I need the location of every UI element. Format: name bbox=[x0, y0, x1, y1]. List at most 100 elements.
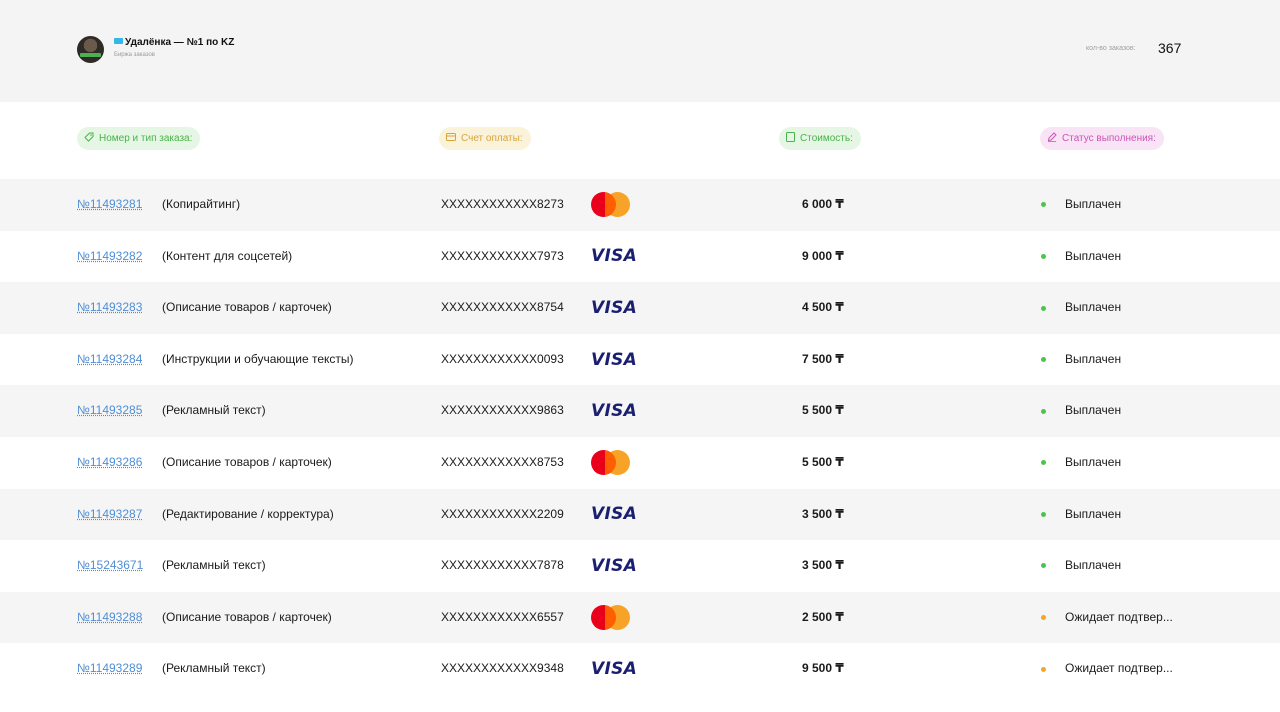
order-status: Выплачен bbox=[1065, 454, 1122, 469]
mastercard-icon bbox=[591, 449, 631, 476]
orders-count-label: кол-во заказов: bbox=[1086, 45, 1136, 52]
order-price: 3 500 ₸ bbox=[802, 506, 844, 521]
order-type: (Описание товаров / карточек) bbox=[162, 609, 332, 624]
card-logo: VISA bbox=[591, 540, 637, 592]
order-type: (Рекламный текст) bbox=[162, 403, 266, 418]
order-number-link[interactable]: №15243671 bbox=[77, 558, 143, 572]
table-row: №11493285 (Рекламный текст) XXXXXXXXXXXX98… bbox=[0, 385, 1280, 437]
column-header-account: Счет оплаты: bbox=[439, 127, 531, 150]
order-type: (Инструкции и обучающие тексты) bbox=[162, 351, 354, 366]
card-logo bbox=[591, 179, 631, 231]
status-dot-icon bbox=[1041, 666, 1046, 672]
order-price: 4 500 ₸ bbox=[802, 300, 844, 315]
order-price: 9 000 ₸ bbox=[802, 248, 844, 263]
payment-account: XXXXXXXXXXXX9863 bbox=[441, 403, 564, 418]
order-type: (Контент для соцсетей) bbox=[162, 248, 293, 263]
column-header-status-label: Статус выполнения: bbox=[1062, 133, 1156, 144]
order-status: Выплачен bbox=[1065, 351, 1122, 366]
order-number-link[interactable]: №11493281 bbox=[77, 197, 142, 211]
order-number-link[interactable]: №11493286 bbox=[77, 455, 142, 469]
status-dot-icon bbox=[1041, 615, 1046, 621]
table-row: №11493287 (Редактирование / корректура) XX… bbox=[0, 488, 1280, 541]
card-icon bbox=[446, 133, 456, 142]
card-logo: VISA bbox=[591, 334, 637, 386]
visa-icon: VISA bbox=[591, 298, 638, 319]
order-type: (Описание товаров / карточек) bbox=[162, 300, 332, 315]
order-number-link[interactable]: №11493287 bbox=[77, 507, 142, 521]
order-type: (Рекламный текст) bbox=[162, 558, 266, 573]
payment-account: XXXXXXXXXXXX0093 bbox=[441, 351, 564, 366]
visa-icon: VISA bbox=[591, 555, 638, 576]
brand-title: Удалёнка — №1 по KZ bbox=[114, 37, 234, 48]
table-row: №11493282 (Контент для соцсетей) XXXXXXXXX… bbox=[0, 231, 1280, 283]
order-status: Выплачен bbox=[1065, 558, 1122, 573]
payment-account: XXXXXXXXXXXX2209 bbox=[441, 506, 564, 521]
order-price: 7 500 ₸ bbox=[802, 351, 844, 366]
card-logo bbox=[591, 437, 631, 489]
visa-icon: VISA bbox=[591, 349, 638, 370]
table-row: №11493288 (Описание товаров / карточек) XX… bbox=[0, 591, 1280, 644]
table-row: №11493284 (Инструкции и обучающие тексты)… bbox=[0, 334, 1280, 386]
tag-icon bbox=[84, 132, 94, 143]
kz-flag-icon bbox=[114, 38, 123, 44]
order-price: 5 500 ₸ bbox=[802, 454, 844, 469]
column-header-price: Стоимость: bbox=[779, 127, 861, 150]
order-price: 5 500 ₸ bbox=[802, 403, 844, 418]
order-price: 9 500 ₸ bbox=[802, 661, 844, 676]
order-price: 6 000 ₸ bbox=[802, 197, 844, 211]
column-header-price-label: Стоимость: bbox=[800, 133, 853, 144]
card-logo: VISA bbox=[591, 231, 637, 283]
brand-subtitle: Биржа заказов bbox=[114, 52, 155, 58]
status-dot-icon bbox=[1041, 305, 1046, 311]
card-logo: VISA bbox=[591, 489, 637, 541]
order-type: (Редактирование / корректура) bbox=[162, 506, 334, 521]
order-number-link[interactable]: №11493284 bbox=[77, 352, 142, 366]
order-type: (Описание товаров / карточек) bbox=[162, 454, 332, 469]
pen-icon bbox=[1047, 132, 1057, 143]
table-row: №11493289 (Рекламный текст) XXXXXXXXXXXX93… bbox=[0, 643, 1280, 695]
payment-account: XXXXXXXXXXXX8273 bbox=[441, 197, 564, 211]
status-dot-icon bbox=[1041, 408, 1046, 414]
payment-account: XXXXXXXXXXXX7973 bbox=[441, 248, 564, 263]
order-status: Выплачен bbox=[1065, 248, 1122, 263]
order-status: Выплачен bbox=[1065, 300, 1122, 315]
order-number-link[interactable]: №11493288 bbox=[77, 610, 142, 624]
status-dot-icon bbox=[1041, 563, 1046, 569]
page-header: Удалёнка — №1 по KZ Биржа заказов кол-во… bbox=[0, 0, 1280, 102]
mastercard-icon bbox=[591, 604, 631, 631]
visa-icon: VISA bbox=[591, 659, 638, 680]
status-dot-icon bbox=[1041, 357, 1046, 363]
table-row: №15243671 (Рекламный текст) XXXXXXXXXXXX78… bbox=[0, 540, 1280, 592]
status-dot-icon bbox=[1041, 253, 1046, 259]
card-logo: VISA bbox=[591, 385, 637, 437]
status-dot-icon bbox=[1041, 460, 1046, 466]
order-type: (Копирайтинг) bbox=[162, 197, 241, 211]
order-status: Выплачен bbox=[1065, 197, 1122, 211]
order-number-link[interactable]: №11493289 bbox=[77, 661, 142, 675]
card-logo: VISA bbox=[591, 643, 637, 695]
card-logo bbox=[591, 592, 631, 644]
table-row: №11493283 (Описание товаров / карточек) XX… bbox=[0, 282, 1280, 334]
status-dot-icon bbox=[1041, 202, 1046, 208]
order-price: 3 500 ₸ bbox=[802, 558, 844, 573]
order-status: Выплачен bbox=[1065, 506, 1122, 521]
table-row: №11493286 (Описание товаров / карточек) XX… bbox=[0, 437, 1280, 489]
visa-icon: VISA bbox=[591, 504, 638, 525]
order-status: Ожидает подтвер... bbox=[1065, 609, 1173, 624]
payment-account: XXXXXXXXXXXX9348 bbox=[441, 661, 564, 676]
mastercard-icon bbox=[591, 191, 631, 218]
payment-account: XXXXXXXXXXXX8753 bbox=[441, 454, 564, 469]
column-header-order-label: Номер и тип заказа: bbox=[99, 133, 193, 144]
column-header-account-label: Счет оплаты: bbox=[461, 133, 523, 144]
order-status: Выплачен bbox=[1065, 403, 1122, 418]
status-dot-icon bbox=[1041, 511, 1046, 517]
payment-account: XXXXXXXXXXXX6557 bbox=[441, 609, 564, 624]
order-number-link[interactable]: №11493283 bbox=[77, 300, 142, 314]
orders-table: №11493281 (Копирайтинг) XXXXXXXXXXXX8273 6 … bbox=[0, 179, 1280, 695]
visa-icon: VISA bbox=[591, 401, 638, 422]
payment-account: XXXXXXXXXXXX8754 bbox=[441, 300, 564, 315]
avatar[interactable] bbox=[77, 36, 104, 63]
order-number-link[interactable]: №11493285 bbox=[77, 403, 142, 417]
column-header-status: Статус выполнения: bbox=[1040, 127, 1164, 150]
order-number-link[interactable]: №11493282 bbox=[77, 249, 142, 263]
